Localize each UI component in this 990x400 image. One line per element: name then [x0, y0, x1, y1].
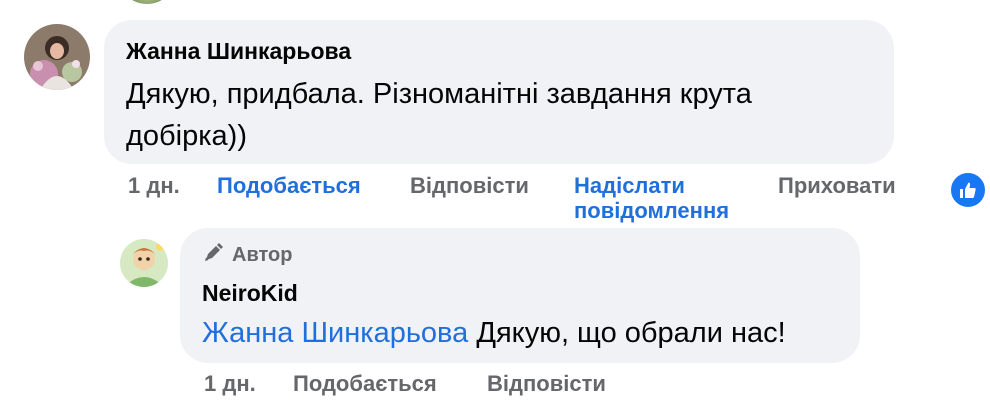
- comment-author[interactable]: Жанна Шинкарьова: [126, 38, 351, 65]
- reply-bubble: Автор NeiroKid Жанна Шинкарьова Дякую, щ…: [180, 228, 860, 363]
- previous-avatar: [128, 0, 166, 4]
- reply-like-link[interactable]: Подобається: [293, 371, 437, 397]
- reply-author[interactable]: NeiroKid: [202, 280, 298, 307]
- reply-timestamp[interactable]: 1 дн.: [204, 371, 256, 397]
- comment-bubble: Жанна Шинкарьова Дякую, придбала. Різном…: [104, 20, 894, 164]
- send-message-link[interactable]: Надіслати повідомлення: [574, 173, 774, 223]
- reply-link[interactable]: Відповісти: [410, 173, 529, 199]
- author-badge: Автор: [202, 242, 292, 269]
- reply-body: Дякую, що обрали нас!: [468, 317, 786, 349]
- avatar[interactable]: [24, 24, 90, 90]
- comment-text: Дякую, придбала. Різноманітні завдання к…: [126, 78, 752, 152]
- like-link[interactable]: Подобається: [217, 173, 361, 199]
- comment-timestamp[interactable]: 1 дн.: [128, 173, 180, 199]
- avatar[interactable]: [120, 239, 168, 287]
- hide-link[interactable]: Приховати: [778, 173, 896, 199]
- reply-reply-link[interactable]: Відповісти: [487, 371, 606, 397]
- reply-text: Жанна Шинкарьова Дякую, що обрали нас!: [202, 312, 786, 354]
- pen-icon: [202, 242, 224, 269]
- thumbs-up-icon[interactable]: [948, 170, 988, 210]
- badge-label: Автор: [232, 244, 293, 266]
- mention-link[interactable]: Жанна Шинкарьова: [202, 317, 468, 349]
